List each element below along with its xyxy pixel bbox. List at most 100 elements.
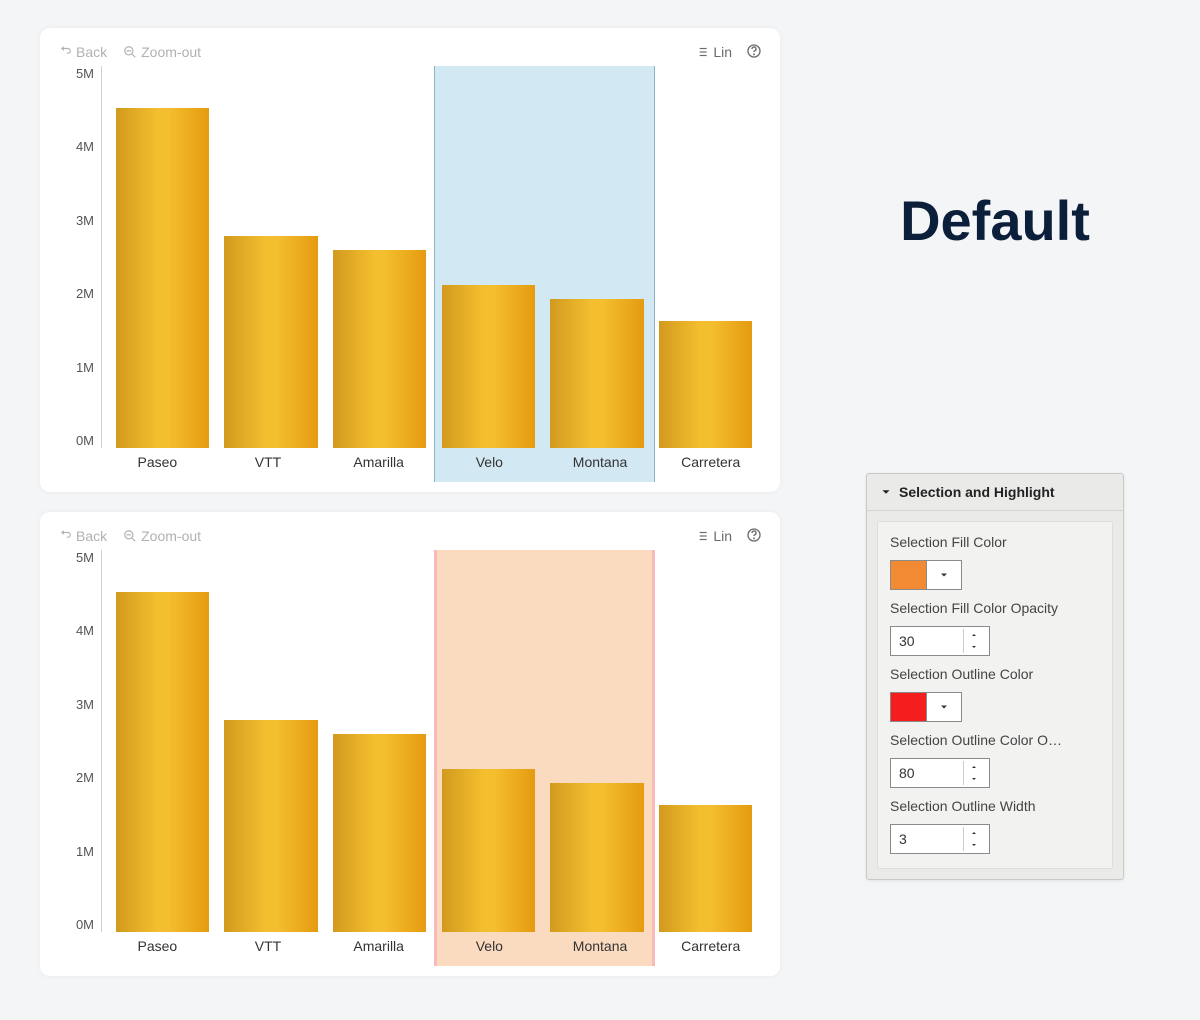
bar-montana[interactable]: [543, 66, 652, 448]
input-outline-opacity[interactable]: [890, 758, 990, 788]
bar: [550, 299, 643, 448]
label-outline-width: Selection Outline Width: [890, 798, 1100, 814]
input-fill-opacity[interactable]: [890, 626, 990, 656]
chevron-down-icon[interactable]: [964, 839, 983, 851]
y-tick-label: 3M: [76, 213, 94, 228]
x-label: Carretera: [655, 454, 766, 470]
zoom-out-label: Zoom-out: [141, 44, 201, 60]
picker-outline-color[interactable]: [890, 692, 962, 722]
label-fill-color: Selection Fill Color: [890, 534, 1100, 550]
y-tick-label: 5M: [76, 550, 94, 565]
y-tick-label: 3M: [76, 697, 94, 712]
y-tick-label: 5M: [76, 66, 94, 81]
x-label: Montana: [545, 938, 656, 954]
x-labels-1: PaseoVTTAmarillaVeloMontanaCarretera: [102, 448, 766, 482]
bars-container-1: [102, 66, 766, 448]
y-tick-label: 1M: [76, 844, 94, 859]
bar-velo[interactable]: [434, 66, 543, 448]
help-icon: [746, 527, 762, 543]
x-label: VTT: [213, 454, 324, 470]
bar: [442, 769, 535, 932]
panel-title: Selection and Highlight: [899, 484, 1055, 500]
chevron-down-icon: [927, 693, 961, 721]
bar-carretera[interactable]: [651, 550, 760, 932]
bar-montana[interactable]: [543, 550, 652, 932]
bar: [550, 783, 643, 932]
picker-fill-color[interactable]: [890, 560, 962, 590]
x-label: Velo: [434, 938, 545, 954]
back-icon: [58, 45, 72, 59]
plot-area-1[interactable]: PaseoVTTAmarillaVeloMontanaCarretera: [102, 66, 766, 482]
help-button[interactable]: [746, 43, 762, 62]
chevron-down-icon: [879, 485, 893, 499]
zoom-out-button[interactable]: Zoom-out: [123, 528, 201, 544]
lin-label: Lin: [713, 528, 732, 544]
list-icon: [695, 529, 709, 543]
bar-velo[interactable]: [434, 550, 543, 932]
bar: [224, 236, 317, 448]
x-label: Amarilla: [323, 454, 434, 470]
y-ticks-2: 5M4M3M2M1M0M: [76, 550, 94, 932]
label-fill-opacity: Selection Fill Color Opacity: [890, 600, 1100, 616]
selection-highlight-panel: Selection and Highlight Selection Fill C…: [866, 473, 1124, 880]
panel-header[interactable]: Selection and Highlight: [867, 474, 1123, 511]
back-icon: [58, 529, 72, 543]
chart-toolbar: Back Zoom-out Lin: [54, 38, 766, 66]
chart-toolbar: Back Zoom-out Lin: [54, 522, 766, 550]
chevron-down-icon: [927, 561, 961, 589]
y-axis: 5M4M3M2M1M0M: [54, 550, 102, 966]
field-fill-opacity[interactable]: [891, 633, 963, 649]
bar-vtt[interactable]: [217, 66, 326, 448]
field-outline-opacity[interactable]: [891, 765, 963, 781]
spinner[interactable]: [963, 761, 983, 785]
x-label: Amarilla: [323, 938, 434, 954]
input-outline-width[interactable]: [890, 824, 990, 854]
lin-label: Lin: [713, 44, 732, 60]
y-axis: 5M4M3M2M1M0M: [54, 66, 102, 482]
plot-area-2[interactable]: PaseoVTTAmarillaVeloMontanaCarretera: [102, 550, 766, 966]
bar-vtt[interactable]: [217, 550, 326, 932]
zoom-out-icon: [123, 45, 137, 59]
swatch-outline-color: [891, 693, 927, 721]
back-button[interactable]: Back: [58, 44, 107, 60]
list-icon: [695, 45, 709, 59]
zoom-out-label: Zoom-out: [141, 528, 201, 544]
bar-carretera[interactable]: [651, 66, 760, 448]
chevron-down-icon[interactable]: [964, 773, 983, 785]
spinner[interactable]: [963, 827, 983, 851]
y-ticks-1: 5M4M3M2M1M0M: [76, 66, 94, 448]
chevron-up-icon[interactable]: [964, 629, 983, 641]
chevron-down-icon[interactable]: [964, 641, 983, 653]
y-tick-label: 4M: [76, 623, 94, 638]
chart-card-2: Back Zoom-out Lin: [40, 512, 780, 976]
field-outline-width[interactable]: [891, 831, 963, 847]
bar-amarilla[interactable]: [325, 66, 434, 448]
lin-toggle[interactable]: Lin: [695, 528, 732, 544]
help-button[interactable]: [746, 527, 762, 546]
label-outline-opacity: Selection Outline Color O…: [890, 732, 1100, 748]
bar-amarilla[interactable]: [325, 550, 434, 932]
label-outline-color: Selection Outline Color: [890, 666, 1100, 682]
bar-paseo[interactable]: [108, 550, 217, 932]
x-label: Velo: [434, 454, 545, 470]
y-tick-label: 0M: [76, 433, 94, 448]
x-label: VTT: [213, 938, 324, 954]
bar: [224, 720, 317, 932]
spinner[interactable]: [963, 629, 983, 653]
bars-container-2: [102, 550, 766, 932]
chevron-up-icon[interactable]: [964, 761, 983, 773]
heading-default: Default: [900, 188, 1090, 253]
bar-paseo[interactable]: [108, 66, 217, 448]
back-button[interactable]: Back: [58, 528, 107, 544]
zoom-out-button[interactable]: Zoom-out: [123, 44, 201, 60]
chevron-up-icon[interactable]: [964, 827, 983, 839]
x-label: Paseo: [102, 454, 213, 470]
back-label: Back: [76, 528, 107, 544]
x-labels-2: PaseoVTTAmarillaVeloMontanaCarretera: [102, 932, 766, 966]
bar: [333, 250, 426, 448]
x-label: Carretera: [655, 938, 766, 954]
bar: [116, 108, 209, 448]
y-tick-label: 1M: [76, 360, 94, 375]
lin-toggle[interactable]: Lin: [695, 44, 732, 60]
back-label: Back: [76, 44, 107, 60]
